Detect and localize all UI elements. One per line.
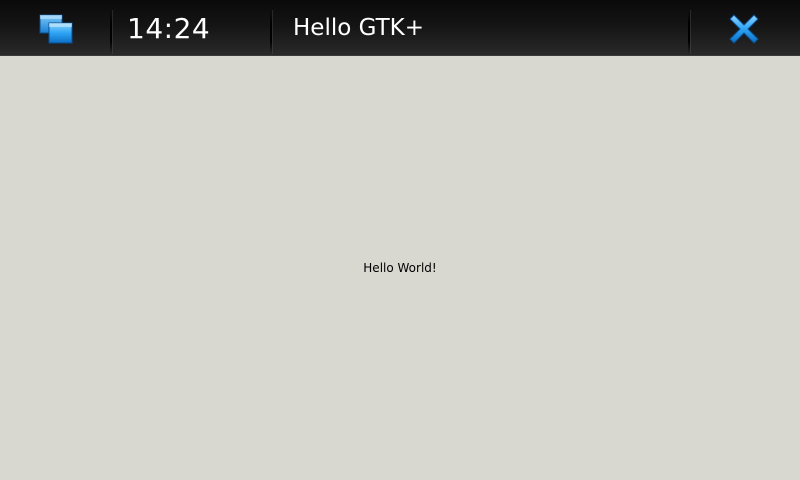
clock-text: 14:24 (127, 11, 211, 45)
main-content: Hello World! (0, 56, 800, 480)
titlebar: 14:24 Hello GTK+ (0, 0, 800, 56)
clock: 14:24 (112, 0, 270, 56)
screen: 14:24 Hello GTK+ Hello World! (0, 0, 800, 480)
task-switcher-button[interactable] (0, 0, 110, 56)
close-icon (729, 14, 759, 44)
app-title-menu[interactable]: Hello GTK+ (272, 0, 688, 56)
hello-label: Hello World! (363, 261, 437, 275)
app-title: Hello GTK+ (293, 15, 425, 41)
close-button[interactable] (690, 0, 800, 56)
task-switcher-icon (39, 14, 73, 44)
